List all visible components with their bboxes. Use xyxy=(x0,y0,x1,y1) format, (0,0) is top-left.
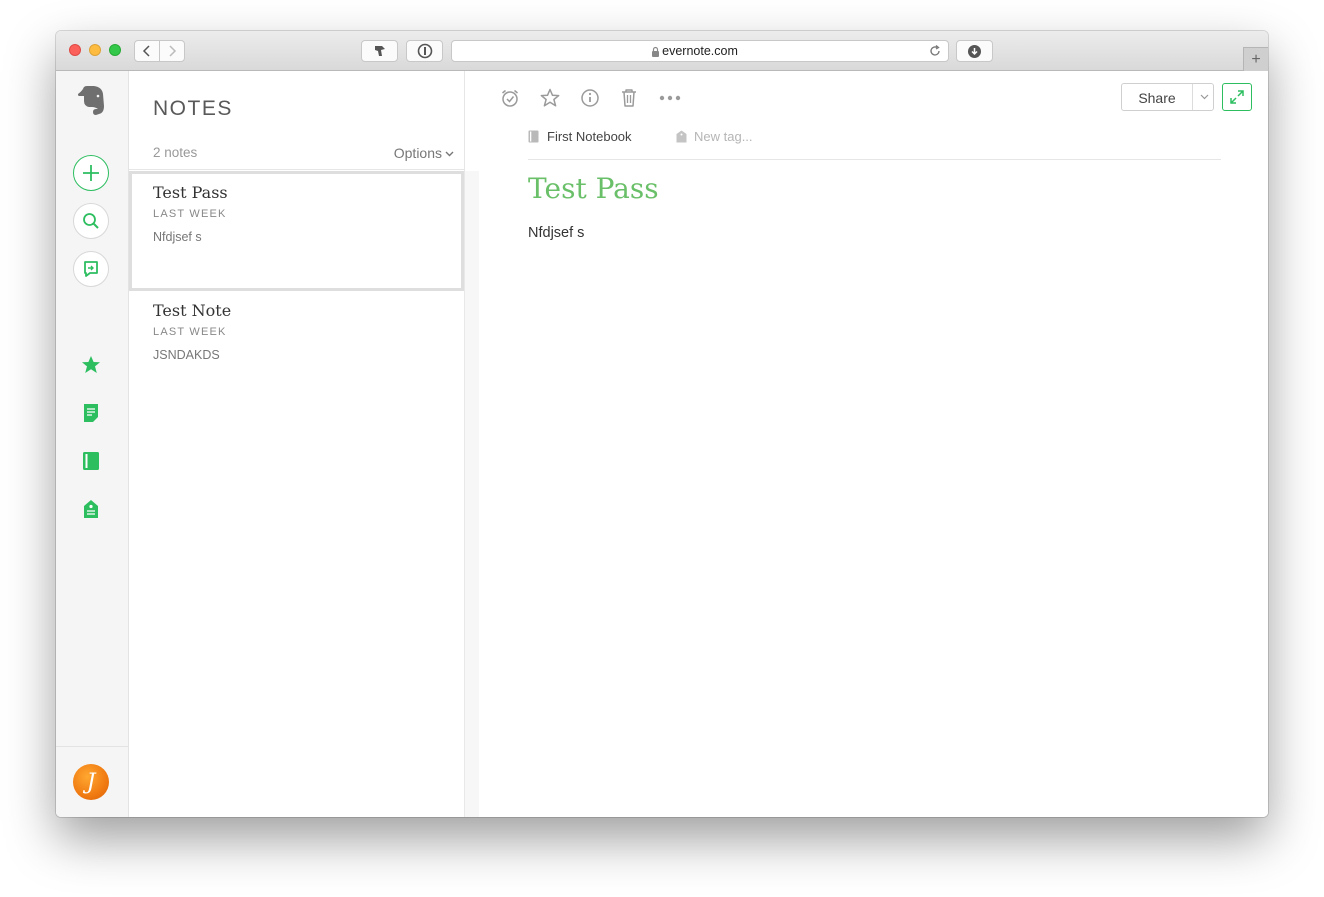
new-tag-input[interactable]: New tag... xyxy=(694,129,753,144)
share-button[interactable]: Share xyxy=(1121,83,1214,111)
notebook-icon xyxy=(528,130,539,143)
tags-icon[interactable] xyxy=(80,498,102,520)
browser-titlebar: evernote.com + xyxy=(56,31,1268,71)
search-icon xyxy=(83,213,99,229)
zoom-window-button[interactable] xyxy=(109,44,121,56)
chevron-down-icon xyxy=(1200,94,1208,100)
chevron-down-icon xyxy=(445,151,454,157)
notebooks-icon[interactable] xyxy=(80,450,102,472)
notebook-selector[interactable]: First Notebook xyxy=(547,129,632,144)
note-meta-bar: First Notebook New tag... xyxy=(528,128,1221,160)
sidebar: J xyxy=(56,71,129,817)
more-icon[interactable] xyxy=(659,87,681,109)
notes-list-panel: NOTES 2 notes Options Test Pass LAST WEE… xyxy=(129,71,465,817)
share-label: Share xyxy=(1138,90,1176,106)
chevron-right-icon xyxy=(169,45,177,57)
tag-icon xyxy=(676,130,687,143)
search-button[interactable] xyxy=(73,203,109,239)
shortcuts-star-icon[interactable] xyxy=(80,354,102,376)
address-bar[interactable]: evernote.com xyxy=(451,40,949,62)
note-editor: Share First Notebook New tag... Test Pas… xyxy=(480,71,1268,817)
close-window-button[interactable] xyxy=(69,44,81,56)
expand-icon xyxy=(1230,90,1244,104)
browser-window: evernote.com + J NOTES 2 notes Options T… xyxy=(56,31,1268,817)
note-card-selected[interactable]: Test Pass LAST WEEK Nfdjsef s xyxy=(129,171,464,291)
downloads-button[interactable] xyxy=(956,40,993,62)
address-url: evernote.com xyxy=(662,44,738,58)
notes-count: 2 notes xyxy=(153,145,198,160)
back-button[interactable] xyxy=(134,40,160,62)
note-title[interactable]: Test Pass xyxy=(528,172,659,205)
work-chat-icon xyxy=(84,261,98,277)
note-body[interactable]: Nfdjsef s xyxy=(528,225,584,241)
evernote-app: J NOTES 2 notes Options Test Pass LAST W… xyxy=(56,71,1268,817)
chevron-left-icon xyxy=(142,45,150,57)
note-card-date: LAST WEEK xyxy=(153,208,227,220)
options-dropdown[interactable]: Options xyxy=(394,145,454,161)
password-manager-icon xyxy=(417,43,432,59)
download-icon xyxy=(968,44,981,58)
plus-icon xyxy=(83,165,99,181)
avatar[interactable]: J xyxy=(73,764,109,800)
password-manager-button[interactable] xyxy=(406,40,443,62)
forward-button[interactable] xyxy=(159,40,185,62)
trash-icon[interactable] xyxy=(618,87,640,109)
info-icon[interactable] xyxy=(579,87,601,109)
reminder-icon[interactable] xyxy=(499,87,521,109)
note-card[interactable]: Test Note LAST WEEK JSNDAKDS xyxy=(129,291,464,411)
shortcut-star-icon[interactable] xyxy=(539,87,561,109)
minimize-window-button[interactable] xyxy=(89,44,101,56)
note-card-snippet: Nfdjsef s xyxy=(153,230,202,244)
note-card-snippet: JSNDAKDS xyxy=(153,348,220,362)
reload-icon[interactable] xyxy=(928,44,942,58)
notes-icon[interactable] xyxy=(80,402,102,424)
new-note-button[interactable] xyxy=(73,155,109,191)
options-label: Options xyxy=(393,145,442,161)
note-card-title: Test Pass xyxy=(153,183,228,202)
notes-list-scrollbar[interactable] xyxy=(464,171,479,817)
note-card-title: Test Note xyxy=(153,301,232,320)
expand-button[interactable] xyxy=(1222,83,1252,111)
extension-button[interactable] xyxy=(361,40,398,62)
note-card-date: LAST WEEK xyxy=(153,326,227,338)
evernote-logo-icon[interactable] xyxy=(77,84,107,123)
share-dropdown-button[interactable] xyxy=(1192,84,1215,110)
work-chat-button[interactable] xyxy=(73,251,109,287)
list-divider xyxy=(129,169,464,170)
extension-bird-icon xyxy=(374,46,385,56)
sidebar-divider xyxy=(56,746,128,747)
new-tab-button[interactable]: + xyxy=(1243,47,1268,71)
notes-list-title: NOTES xyxy=(153,97,233,120)
